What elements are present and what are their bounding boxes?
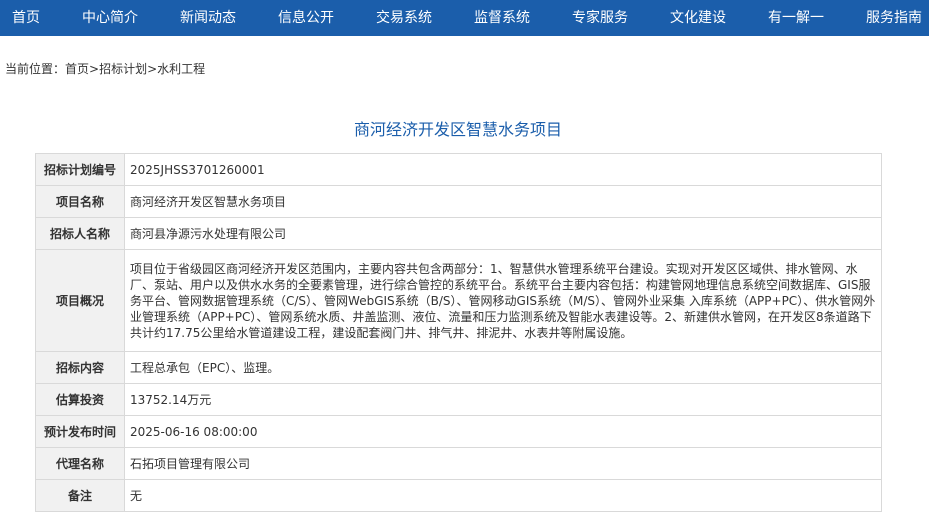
row-label-publish-time: 预计发布时间 (35, 415, 125, 448)
row-label-tenderer: 招标人名称 (35, 217, 125, 250)
breadcrumb-prefix: 当前位置： (5, 62, 66, 76)
row-label-investment: 估算投资 (35, 383, 125, 416)
table-row: 项目概况 项目位于省级园区商河经济开发区范围内，主要内容共包含两部分：1、智慧供… (35, 249, 882, 352)
row-value-content: 工程总承包（EPC）、监理。 (124, 351, 882, 384)
page-title: 商河经济开发区智慧水务项目 (353, 120, 562, 139)
top-navigation-bar: 首页 中心简介 新闻动态 信息公开 交易系统 监督系统 专家服务 文化建设 有一… (0, 0, 929, 36)
project-info-table: 招标计划编号 2025JHSS3701260001 项目名称 商河经济开发区智慧… (35, 153, 882, 512)
table-row: 备注 无 (35, 479, 882, 512)
row-label-project-name: 项目名称 (35, 185, 125, 218)
row-value-publish-time: 2025-06-16 08:00:00 (124, 415, 882, 448)
nav-news[interactable]: 新闻动态 (180, 0, 236, 36)
table-row: 招标计划编号 2025JHSS3701260001 (35, 153, 882, 186)
nav-center-intro[interactable]: 中心简介 (82, 0, 138, 36)
row-value-project-name: 商河经济开发区智慧水务项目 (124, 185, 882, 218)
breadcrumb-separator: > (89, 62, 100, 76)
nav-trading-system[interactable]: 交易系统 (376, 0, 432, 36)
row-value-tenderer: 商河县净源污水处理有限公司 (124, 217, 882, 250)
row-value-remarks: 无 (124, 479, 882, 512)
nav-expert-service[interactable]: 专家服务 (572, 0, 628, 36)
breadcrumb-separator: > (147, 62, 158, 76)
nav-home[interactable]: 首页 (12, 0, 40, 36)
breadcrumb-section-link[interactable]: 招标计划 (99, 62, 147, 76)
row-label-overview: 项目概况 (35, 249, 125, 352)
breadcrumb: 当前位置：首页>招标计划>水利工程 (5, 60, 205, 77)
row-value-investment: 13752.14万元 (124, 383, 882, 416)
nav-culture[interactable]: 文化建设 (670, 0, 726, 36)
row-label-remarks: 备注 (35, 479, 125, 512)
breadcrumb-home-link[interactable]: 首页 (65, 62, 89, 76)
table-row: 估算投资 13752.14万元 (35, 383, 882, 416)
table-row: 项目名称 商河经济开发区智慧水务项目 (35, 185, 882, 218)
table-row: 招标内容 工程总承包（EPC）、监理。 (35, 351, 882, 384)
nav-service-guide[interactable]: 服务指南 (866, 0, 922, 36)
table-row: 招标人名称 商河县净源污水处理有限公司 (35, 217, 882, 250)
row-value-plan-number: 2025JHSS3701260001 (124, 153, 882, 186)
row-value-overview: 项目位于省级园区商河经济开发区范围内，主要内容共包含两部分：1、智慧供水管理系统… (124, 249, 882, 352)
table-row: 代理名称 石拓项目管理有限公司 (35, 447, 882, 480)
nav-info-disclosure[interactable]: 信息公开 (278, 0, 334, 36)
row-label-agent: 代理名称 (35, 447, 125, 480)
nav-one-solution[interactable]: 有一解一 (768, 0, 824, 36)
row-value-agent: 石拓项目管理有限公司 (124, 447, 882, 480)
nav-supervision-system[interactable]: 监督系统 (474, 0, 530, 36)
row-label-content: 招标内容 (35, 351, 125, 384)
breadcrumb-current-link[interactable]: 水利工程 (157, 62, 205, 76)
row-label-plan-number: 招标计划编号 (35, 153, 125, 186)
table-row: 预计发布时间 2025-06-16 08:00:00 (35, 415, 882, 448)
